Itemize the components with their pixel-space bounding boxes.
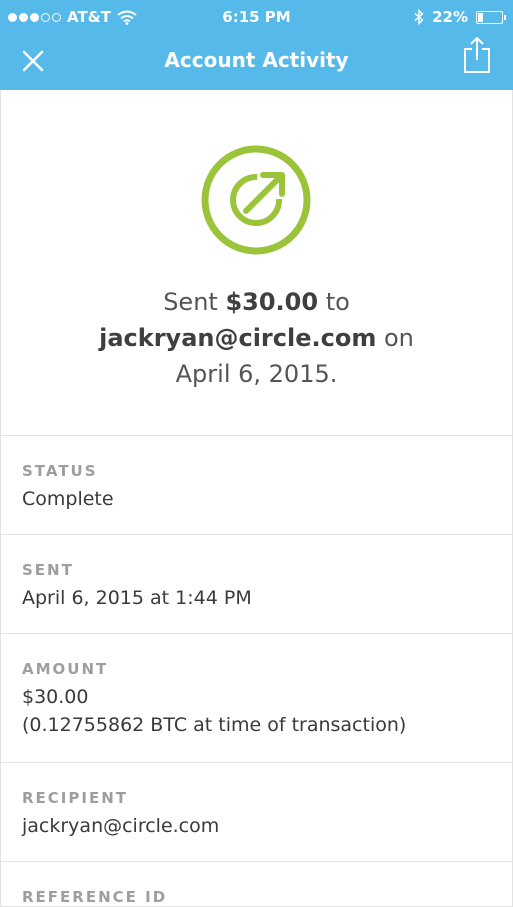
divider (0, 435, 513, 436)
summary-line-1: Sent $30.00 to (0, 284, 513, 320)
header: AT&T 6:15 PM 22% Account Activity (0, 0, 513, 90)
summary-line-2: jackryan@circle.com on (0, 320, 513, 356)
amount-field: AMOUNT $30.00 (0.12755862 BTC at time of… (22, 659, 491, 739)
page-title: Account Activity (164, 48, 349, 72)
status-value: Complete (22, 488, 114, 510)
bluetooth-icon (414, 9, 424, 25)
divider (0, 534, 513, 535)
transaction-summary: Sent $30.00 to jackryan@circle.com on Ap… (0, 90, 513, 436)
recipient-email: jackryan@circle.com (99, 324, 377, 352)
sent-arrow-icon (201, 145, 311, 255)
divider (0, 762, 513, 763)
status-bar: AT&T 6:15 PM 22% (0, 0, 513, 34)
status-label: STATUS (22, 462, 98, 480)
sent-label: SENT (22, 561, 74, 579)
amount-value: $30.00 (0.12755862 BTC at time of transa… (22, 683, 491, 739)
battery-icon (476, 10, 506, 24)
sent-amount: $30.00 (225, 288, 319, 316)
share-icon (464, 36, 490, 73)
nav-bar: Account Activity (0, 34, 513, 90)
summary-date: April 6, 2015. (175, 360, 338, 388)
summary-mid: to (318, 288, 350, 316)
divider (0, 861, 513, 862)
summary-on: on (376, 324, 414, 352)
summary-prefix: Sent (163, 288, 226, 316)
sent-field: SENT April 6, 2015 at 1:44 PM (22, 560, 491, 612)
recipient-label: RECIPIENT (22, 789, 128, 807)
amount-usd: $30.00 (22, 686, 89, 708)
divider (0, 633, 513, 634)
share-button[interactable] (459, 34, 495, 76)
status-field: STATUS Complete (22, 461, 491, 513)
recipient-field: RECIPIENT jackryan@circle.com (22, 788, 491, 840)
sent-value: April 6, 2015 at 1:44 PM (22, 587, 252, 609)
amount-label: AMOUNT (22, 660, 109, 678)
right-status-group: 22% (414, 7, 506, 27)
summary-text: Sent $30.00 to jackryan@circle.com on Ap… (0, 284, 513, 392)
reference-label: REFERENCE ID (22, 888, 168, 906)
recipient-value: jackryan@circle.com (22, 815, 220, 837)
reference-field: REFERENCE ID (22, 887, 491, 907)
battery-fill (478, 12, 483, 22)
battery-percent: 22% (432, 8, 468, 26)
amount-btc: (0.12755862 BTC at time of transaction) (22, 714, 407, 736)
